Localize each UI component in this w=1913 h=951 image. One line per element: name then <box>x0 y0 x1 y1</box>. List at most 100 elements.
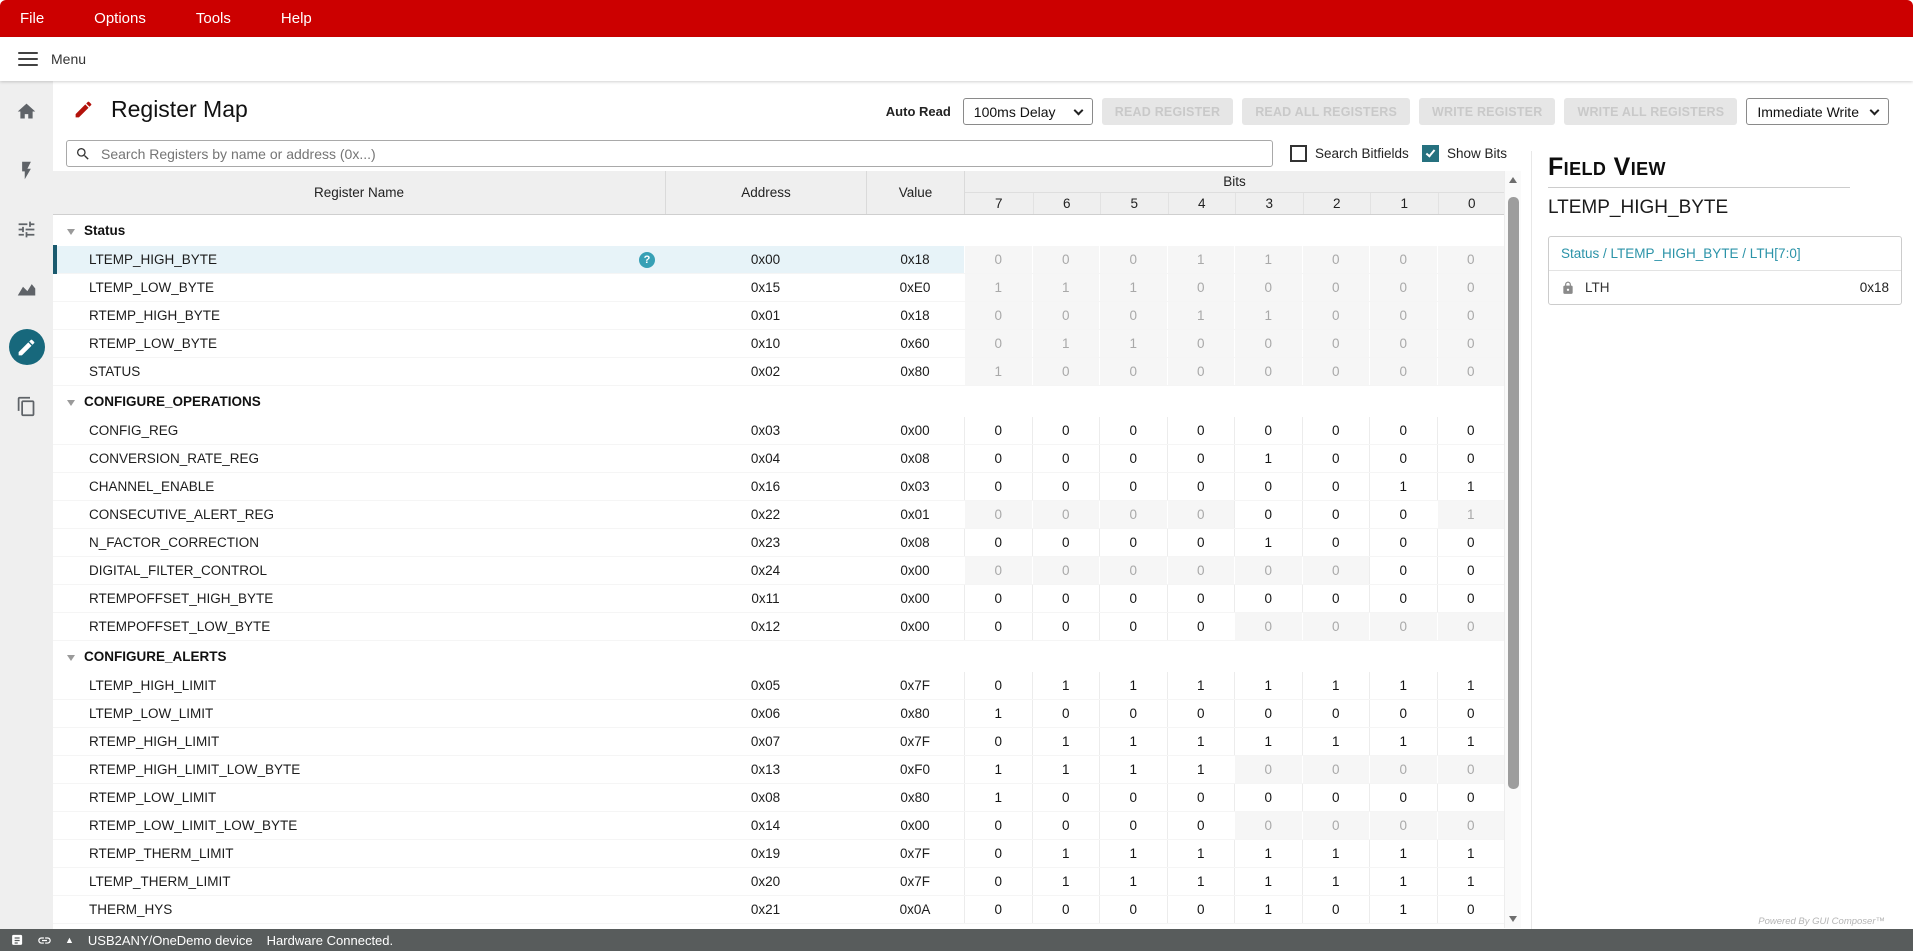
value-cell[interactable]: 0x0A <box>866 896 964 923</box>
bit-5[interactable]: 0 <box>1099 896 1167 923</box>
bit-2[interactable]: 0 <box>1302 784 1370 811</box>
value-cell[interactable]: 0x18 <box>866 246 964 273</box>
register-row-LTEMP_LOW_LIMIT[interactable]: LTEMP_LOW_LIMIT0x060x8010000000 <box>53 700 1504 728</box>
register-row-LTEMP_LOW_BYTE[interactable]: LTEMP_LOW_BYTE0x150xE011100000 <box>53 274 1504 302</box>
bit-3[interactable]: 0 <box>1234 417 1302 444</box>
value-cell[interactable]: 0x00 <box>866 557 964 584</box>
bit-5[interactable]: 1 <box>1099 672 1167 699</box>
bit-5[interactable]: 0 <box>1099 529 1167 556</box>
register-row-THERM_HYS[interactable]: THERM_HYS0x210x0A00001010 <box>53 896 1504 924</box>
bit-1[interactable]: 1 <box>1369 868 1437 895</box>
value-cell[interactable]: 0xF0 <box>866 756 964 783</box>
bit-5[interactable]: 0 <box>1099 700 1167 727</box>
show-bits-checkbox[interactable]: Show Bits <box>1422 145 1507 162</box>
bit-5[interactable]: 0 <box>1099 417 1167 444</box>
bit-6[interactable]: 1 <box>1032 840 1100 867</box>
menu-tools[interactable]: Tools <box>196 10 231 27</box>
bit-1[interactable]: 0 <box>1369 501 1437 528</box>
bit-4[interactable]: 0 <box>1167 700 1235 727</box>
search-input[interactable] <box>99 145 1264 163</box>
bit-2[interactable]: 1 <box>1302 728 1370 755</box>
bit-2[interactable]: 1 <box>1302 868 1370 895</box>
bit-6[interactable]: 0 <box>1032 473 1100 500</box>
register-row-CONSECUTIVE_ALERT_REG[interactable]: CONSECUTIVE_ALERT_REG0x220x0100000001 <box>53 501 1504 529</box>
menu-toggle-label[interactable]: Menu <box>51 51 86 67</box>
value-cell[interactable]: 0x08 <box>866 529 964 556</box>
register-row-CONFIG_REG[interactable]: CONFIG_REG0x030x0000000000 <box>53 417 1504 445</box>
register-row-RTEMP_HIGH_LIMIT[interactable]: RTEMP_HIGH_LIMIT0x070x7F01111111 <box>53 728 1504 756</box>
value-cell[interactable]: 0x60 <box>866 330 964 357</box>
bit-0[interactable]: 0 <box>1437 700 1505 727</box>
bit-5[interactable]: 1 <box>1099 756 1167 783</box>
value-cell[interactable]: 0x80 <box>866 784 964 811</box>
bit-4[interactable]: 0 <box>1167 473 1235 500</box>
bit-4[interactable]: 1 <box>1167 840 1235 867</box>
bit-0[interactable]: 0 <box>1437 585 1505 612</box>
value-cell[interactable]: 0x00 <box>866 812 964 839</box>
flash-icon[interactable] <box>9 152 45 188</box>
value-cell[interactable]: 0x80 <box>866 700 964 727</box>
bit-0[interactable]: 0 <box>1437 529 1505 556</box>
bit-2[interactable]: 0 <box>1302 896 1370 923</box>
bit-4[interactable]: 0 <box>1167 529 1235 556</box>
log-icon[interactable] <box>9 933 24 948</box>
bit-3[interactable]: 1 <box>1234 896 1302 923</box>
bit-6[interactable]: 1 <box>1032 868 1100 895</box>
bit-1[interactable]: 0 <box>1369 585 1437 612</box>
bit-7[interactable]: 1 <box>964 756 1032 783</box>
caret-up-icon[interactable]: ▲ <box>65 936 74 945</box>
pages-icon[interactable] <box>9 388 45 424</box>
hamburger-menu-icon[interactable] <box>18 52 38 67</box>
bit-6[interactable]: 0 <box>1032 417 1100 444</box>
bit-3[interactable]: 0 <box>1234 700 1302 727</box>
register-row-LTEMP_HIGH_BYTE[interactable]: LTEMP_HIGH_BYTE?0x000x1800011000 <box>53 246 1504 274</box>
bit-7[interactable]: 0 <box>964 840 1032 867</box>
bit-0[interactable]: 1 <box>1437 728 1505 755</box>
bit-1[interactable]: 1 <box>1369 473 1437 500</box>
bit-0[interactable]: 0 <box>1437 557 1505 584</box>
bit-1[interactable]: 0 <box>1369 529 1437 556</box>
bit-3[interactable]: 1 <box>1234 529 1302 556</box>
bit-2[interactable]: 1 <box>1302 840 1370 867</box>
bit-2[interactable]: 0 <box>1302 585 1370 612</box>
bit-7[interactable]: 0 <box>964 417 1032 444</box>
bit-5[interactable]: 0 <box>1099 812 1167 839</box>
bit-3[interactable]: 1 <box>1234 728 1302 755</box>
field-breadcrumb[interactable]: Status / LTEMP_HIGH_BYTE / LTH[7:0] <box>1549 237 1901 271</box>
bit-6[interactable]: 0 <box>1032 812 1100 839</box>
bit-5[interactable]: 0 <box>1099 445 1167 472</box>
bit-0[interactable]: 1 <box>1437 672 1505 699</box>
bit-1[interactable]: 1 <box>1369 840 1437 867</box>
home-icon[interactable] <box>9 93 45 129</box>
register-row-RTEMP_HIGH_LIMIT_LOW_BYTE[interactable]: RTEMP_HIGH_LIMIT_LOW_BYTE0x130xF01111000… <box>53 756 1504 784</box>
value-cell[interactable]: 0x03 <box>866 473 964 500</box>
value-cell[interactable]: 0xE0 <box>866 274 964 301</box>
bit-2[interactable]: 0 <box>1302 700 1370 727</box>
menu-help[interactable]: Help <box>281 10 312 27</box>
register-row-RTEMP_LOW_LIMIT_LOW_BYTE[interactable]: RTEMP_LOW_LIMIT_LOW_BYTE0x140x0000000000 <box>53 812 1504 840</box>
bit-6[interactable]: 0 <box>1032 896 1100 923</box>
bit-7[interactable]: 0 <box>964 445 1032 472</box>
register-row-RTEMP_LOW_BYTE[interactable]: RTEMP_LOW_BYTE0x100x6001100000 <box>53 330 1504 358</box>
register-row-DIGITAL_FILTER_CONTROL[interactable]: DIGITAL_FILTER_CONTROL0x240x0000000000 <box>53 557 1504 585</box>
scrollbar-thumb[interactable] <box>1508 197 1519 789</box>
bit-4[interactable]: 0 <box>1167 812 1235 839</box>
field-value[interactable]: 0x18 <box>1860 280 1889 295</box>
bit-0[interactable]: 1 <box>1437 868 1505 895</box>
bit-4[interactable]: 1 <box>1167 672 1235 699</box>
bit-2[interactable]: 0 <box>1302 501 1370 528</box>
bit-5[interactable]: 0 <box>1099 585 1167 612</box>
scroll-up-arrow-icon[interactable] <box>1509 177 1517 183</box>
menu-file[interactable]: File <box>20 10 44 27</box>
value-cell[interactable]: 0x7F <box>866 672 964 699</box>
value-cell[interactable]: 0x00 <box>866 417 964 444</box>
device-name[interactable]: USB2ANY/OneDemo device <box>88 933 253 948</box>
bit-0[interactable]: 0 <box>1437 896 1505 923</box>
register-row-STATUS[interactable]: STATUS0x020x8010000000 <box>53 358 1504 386</box>
bit-7[interactable]: 0 <box>964 812 1032 839</box>
bit-2[interactable]: 1 <box>1302 672 1370 699</box>
bit-7[interactable]: 0 <box>964 896 1032 923</box>
search-bitfields-checkbox[interactable]: Search Bitfields <box>1290 145 1409 162</box>
auto-read-select[interactable]: 100ms Delay <box>963 98 1093 125</box>
table-scrollbar[interactable] <box>1504 171 1521 928</box>
